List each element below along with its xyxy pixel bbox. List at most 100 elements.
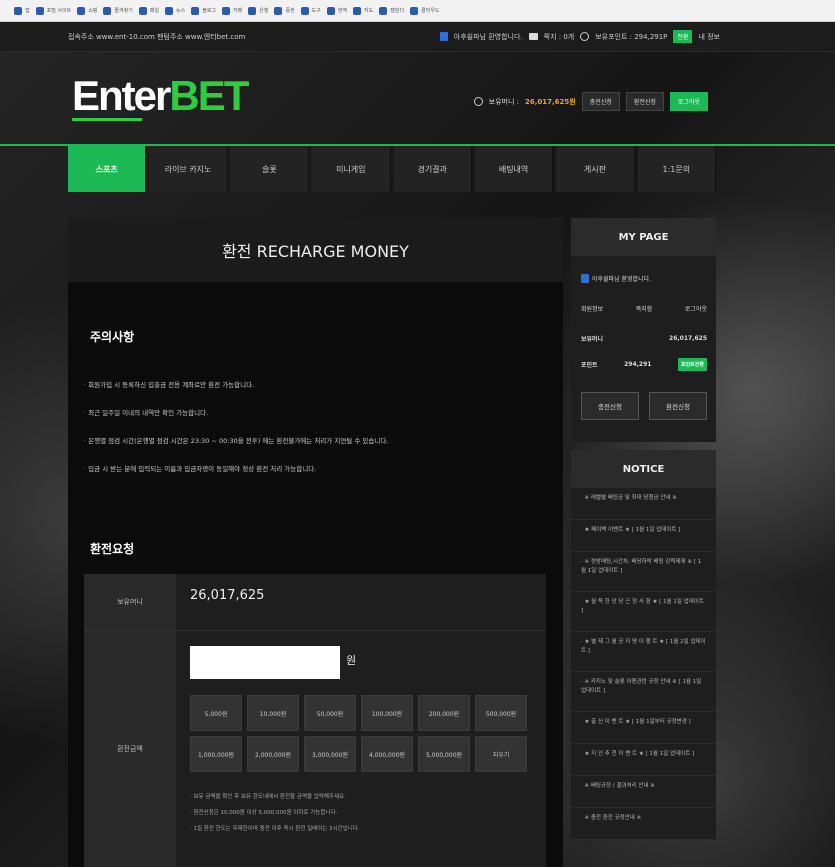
- logout-button[interactable]: 로그아웃: [669, 92, 708, 111]
- amount-label: 환전금액: [84, 631, 176, 867]
- member-info-link[interactable]: 회원정보: [581, 304, 603, 313]
- side-notice-item[interactable]: ★ 별 제 그 월 공 지 명 이 행 트 ★ [ 1월 2일 업데이트 ]: [571, 632, 716, 672]
- bookmark-item[interactable]: 은행: [248, 6, 268, 15]
- side-notice-item[interactable]: ★ 페이백 이벤트 ★ [ 1월 1일 업데이트 ]: [571, 520, 716, 552]
- money-label: 보유머니 :: [488, 97, 519, 106]
- my-info-link[interactable]: 내 정보: [698, 32, 720, 42]
- site-address: 접속주소 www.ent-10.com 팬텀주소 www.엔터bet.com: [68, 33, 246, 41]
- side-notice-item[interactable]: ※ 카지노 및 슬롯 이용관련 규정 안내 ※ [ 1월 1일 업데이트 ]: [571, 672, 716, 712]
- bookmark-item[interactable]: 캘린더: [379, 6, 404, 15]
- amount-hints: 보유 금액을 확인 후 보유 한도내에서 환전할 금액을 입력해주세요. 환전신…: [190, 789, 360, 837]
- nav-slot[interactable]: 슬롯: [230, 146, 310, 192]
- quick-amount-button[interactable]: 3,000,000원: [304, 736, 356, 772]
- side-points-row: 포인트 294,291 포인트전환: [581, 358, 707, 371]
- quick-amount-button[interactable]: 200,000원: [418, 695, 470, 731]
- quick-amount-button[interactable]: 50,000원: [304, 695, 356, 731]
- side-charge-button[interactable]: 충전신청: [581, 392, 639, 420]
- bookmark-icon: [222, 6, 231, 15]
- site-logo[interactable]: EnterBET: [72, 72, 249, 120]
- bookmark-item[interactable]: 번역: [326, 6, 347, 15]
- side-notice-item[interactable]: ★ 출 신 이 벤 트 ★ [ 1월 1일부터 규정변경 ]: [571, 712, 716, 744]
- quick-amount-button[interactable]: 10,000원: [247, 695, 299, 731]
- quick-amount-button[interactable]: 500,000원: [475, 695, 527, 731]
- site-header: EnterBET 보유머니 : 26,017,625원 충전신청 환전신청 로그…: [0, 52, 835, 144]
- nav-inquiry[interactable]: 1:1문의: [637, 146, 716, 192]
- bookmark-item[interactable]: 클라우드: [410, 6, 439, 15]
- notice-heading: 주의사항: [90, 330, 135, 344]
- bookmark-icon: [410, 6, 419, 15]
- notice-title: NOTICE: [571, 450, 716, 488]
- quick-amount-button[interactable]: 1,000,000원: [190, 736, 242, 772]
- messages-link[interactable]: 쪽지 : 0개: [544, 32, 575, 42]
- nav-board[interactable]: 게시판: [556, 146, 635, 192]
- quick-amount-button[interactable]: 4,000,000원: [361, 736, 413, 772]
- header-account: 보유머니 : 26,017,625원 충전신청 환전신청 로그아웃: [473, 92, 708, 111]
- top-info-bar: 접속주소 www.ent-10.com 팬텀주소 www.엔터bet.com 아…: [0, 22, 835, 52]
- side-money-row: 보유머니 26,017,625: [581, 335, 707, 343]
- side-buttons: 충전신청 환전신청: [581, 392, 707, 420]
- mypage-box: MY PAGE 아후쉴파님 환영합니다. 회원정보 쪽지함 로그아웃 보유머니 …: [571, 218, 716, 442]
- amount-input[interactable]: [190, 646, 340, 679]
- hint-item: 보유 금액을 확인 후 보유 한도내에서 환전할 금액을 입력해주세요.: [190, 789, 360, 805]
- bookmark-icon: [300, 6, 309, 15]
- money-icon: [473, 97, 483, 106]
- bookmark-icon: [191, 6, 200, 15]
- side-points-convert-button[interactable]: 포인트전환: [677, 358, 707, 371]
- bookmarks-bar: 앱 포털 사이트 쇼핑 즐겨찾기 메일 뉴스 블로그 카페 은행 증권 도구 번역 지도 캘린더 클라우드: [0, 0, 835, 22]
- side-logout-link[interactable]: 로그아웃: [685, 304, 707, 313]
- nav-bet-history[interactable]: 배팅내역: [474, 146, 554, 192]
- bookmark-icon: [77, 6, 86, 15]
- side-exchange-button[interactable]: 환전신청: [649, 392, 707, 420]
- notice-item: 입금 시 받는 분에 입력되는 이름과 입금자명이 동일해야 정상 환전 처리 …: [84, 455, 544, 483]
- notice-item: 은행별 점검 시간(은행별 점검 시간은 23:30 ~ 00:30을 전후) …: [84, 427, 544, 455]
- welcome-text: 아후쉴파님 환영합니다.: [453, 32, 523, 41]
- charge-button[interactable]: 충전신청: [581, 92, 620, 111]
- points-convert-button[interactable]: 전환: [673, 30, 693, 43]
- side-notice-item[interactable]: ※ 충전 환전 규정안내 ※: [571, 808, 716, 840]
- bookmark-icon: [379, 6, 388, 15]
- nav-live-casino[interactable]: 라이브 카지노: [149, 146, 228, 192]
- nav-minigame[interactable]: 미니게임: [312, 146, 391, 192]
- hint-item: 환전신청은 10,000원 이상 5,000,000원 이하로 가능합니다.: [190, 805, 360, 821]
- side-notice-item[interactable]: ※ 정방매팅,시간차, 배당하락 배팅 강력제재 ※ [ 1월 1일 업데이트 …: [571, 552, 716, 592]
- side-notice-item[interactable]: ★ 월 독 한 앙 당 근 정 사 항 ★ [ 1월 1일 업데이트 ]: [571, 592, 716, 632]
- request-heading: 환전요청: [90, 542, 135, 556]
- quick-amount-button[interactable]: 5,000원: [190, 695, 242, 731]
- bookmark-item[interactable]: 카페: [222, 6, 242, 15]
- side-notice-item[interactable]: ※ 배팅규정 / 결과처리 안내 ※: [571, 776, 716, 808]
- notice-item: 회원가입 시 등록하신 입출금 전용 계좌로만 환전 가능합니다.: [84, 371, 544, 399]
- bookmark-item[interactable]: 증권: [274, 6, 295, 15]
- points-icon: [580, 32, 590, 41]
- bookmark-item[interactable]: 블로그: [191, 6, 216, 15]
- quick-amount-button[interactable]: 100,000원: [361, 695, 413, 731]
- messages-link[interactable]: 쪽지함: [636, 304, 653, 313]
- bookmark-icon: [248, 6, 257, 15]
- side-welcome: 아후쉴파님 환영합니다.: [581, 274, 707, 283]
- points-text: 보유포인트 : 294,291P: [595, 32, 668, 41]
- bookmark-item[interactable]: 앱: [14, 6, 30, 15]
- side-links: 회원정보 쪽지함 로그아웃: [581, 304, 707, 313]
- bookmark-item[interactable]: 지도: [353, 6, 373, 15]
- bookmark-item[interactable]: 즐겨찾기: [103, 6, 133, 15]
- page-title: 환전 RECHARGE MONEY: [68, 218, 563, 282]
- side-notice-item[interactable]: ★ 지 인 추 천 이 벤 트 ★ [ 1월 1일 업데이트 ]: [571, 744, 716, 776]
- bookmark-item[interactable]: 뉴스: [165, 6, 185, 15]
- bookmark-item[interactable]: 포털 사이트: [35, 6, 71, 15]
- notice-box: NOTICE ※ 레벨별 배팅금 및 최대 당첨금 안내 ※ ★ 페이백 이벤트…: [571, 450, 716, 840]
- bookmark-item[interactable]: 도구: [300, 6, 321, 15]
- clear-amount-button[interactable]: 지우기: [475, 736, 527, 772]
- exchange-button[interactable]: 환전신청: [625, 92, 664, 111]
- nav-sports[interactable]: 스포츠: [68, 146, 147, 192]
- quick-amount-buttons: 5,000원 10,000원 50,000원 100,000원 200,000원…: [190, 695, 535, 772]
- side-notice-item[interactable]: ※ 레벨별 배팅금 및 최대 당첨금 안내 ※: [571, 488, 716, 520]
- nav-results[interactable]: 경기결과: [393, 146, 472, 192]
- bookmark-icon: [103, 6, 112, 15]
- bookmark-icon: [14, 6, 22, 15]
- bookmark-item[interactable]: 메일: [138, 6, 159, 15]
- quick-amount-button[interactable]: 5,000,000원: [418, 736, 470, 772]
- notice-item: 최근 일주일 이내의 내역만 확인 가능합니다.: [84, 399, 544, 427]
- bookmark-item[interactable]: 쇼핑: [77, 6, 97, 15]
- quick-amount-button[interactable]: 2,000,000원: [247, 736, 299, 772]
- message-icon[interactable]: [528, 33, 538, 40]
- hint-item: 1일 환전 한도는 무제한이며 충전 이후 즉시 환전 일배이는 2시간입니다.: [190, 821, 360, 837]
